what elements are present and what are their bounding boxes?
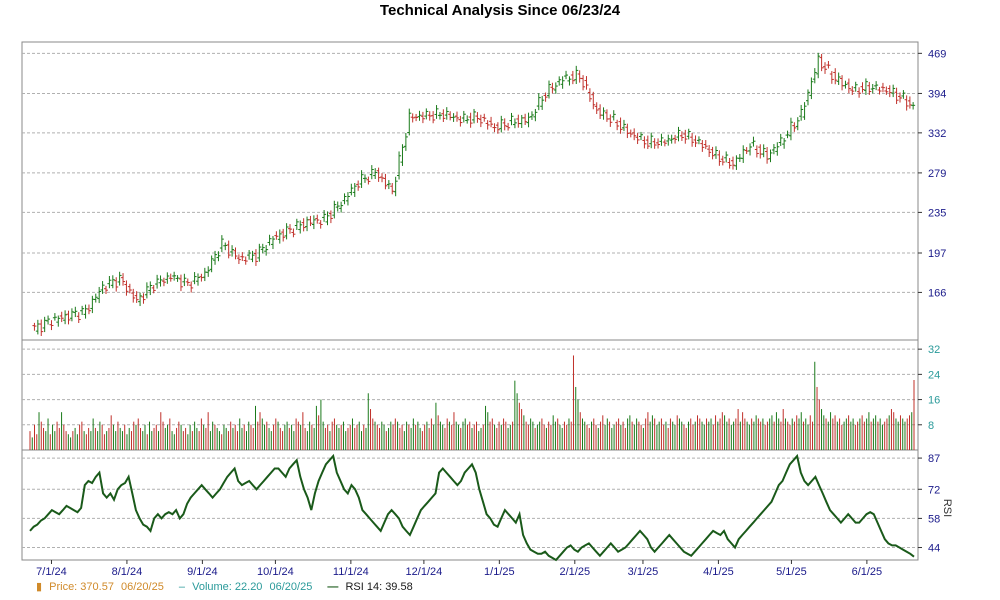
rsi-legend-label: RSI 14: 39.58 <box>345 581 413 593</box>
x-tick-label: 5/1/25 <box>776 566 807 578</box>
x-tick-label: 3/1/25 <box>628 566 659 578</box>
volume-legend-icon: – <box>178 581 186 593</box>
price-tick-label: 279 <box>928 168 946 180</box>
x-tick-label: 10/1/24 <box>257 566 294 578</box>
price-tick-label: 197 <box>928 248 946 260</box>
volume-tick-label: 32 <box>928 344 940 356</box>
rsi-tick-label: 87 <box>928 453 940 465</box>
x-tick-label: 6/1/25 <box>852 566 883 578</box>
volume-tick-label: 24 <box>928 369 940 381</box>
rsi-legend-icon: — <box>327 581 339 593</box>
x-tick-label: 12/1/24 <box>406 566 443 578</box>
rsi-tick-label: 72 <box>928 484 940 496</box>
x-tick-label: 8/1/24 <box>112 566 143 578</box>
x-tick-label: 2/1/25 <box>559 566 590 578</box>
volume-legend-label: Volume: 22.20 <box>192 581 263 593</box>
x-tick-label: 9/1/24 <box>187 566 218 578</box>
chart-stage: Technical Analysis Since 06/23/24 469 394… <box>0 0 1000 600</box>
x-tick-label: 4/1/25 <box>703 566 734 578</box>
price-tick-label: 235 <box>928 207 946 219</box>
price-legend-icon: ▮ <box>36 581 43 593</box>
legend: ▮ Price: 370.57 06/20/25 – Volume: 22.20… <box>36 580 417 593</box>
rsi-line <box>29 453 915 562</box>
rsi-axis-label: RSI <box>941 499 953 517</box>
price-tick-label: 332 <box>928 128 946 140</box>
x-tick-label: 7/1/24 <box>36 566 67 578</box>
x-tick-label: 1/1/25 <box>484 566 515 578</box>
price-tick-label: 469 <box>928 48 946 60</box>
price-legend-label: Price: 370.57 <box>49 581 114 593</box>
price-legend-date: 06/20/25 <box>121 581 164 593</box>
rsi-tick-label: 44 <box>928 543 940 555</box>
chart-svg: 469 394 332 279 235 197 166 32 24 16 8 87 72 58 44 RSI 7… <box>21 41 953 578</box>
panel-frame-0 <box>21 41 919 341</box>
volume-tick-label: 8 <box>928 420 934 432</box>
volume-tick-label: 16 <box>928 395 940 407</box>
rsi-tick-label: 58 <box>928 513 940 525</box>
price-tick-label: 166 <box>928 287 946 299</box>
price-tick-label: 394 <box>928 88 946 100</box>
volume-legend-date: 06/20/25 <box>269 581 313 593</box>
x-tick-label: 11/1/24 <box>333 566 369 578</box>
